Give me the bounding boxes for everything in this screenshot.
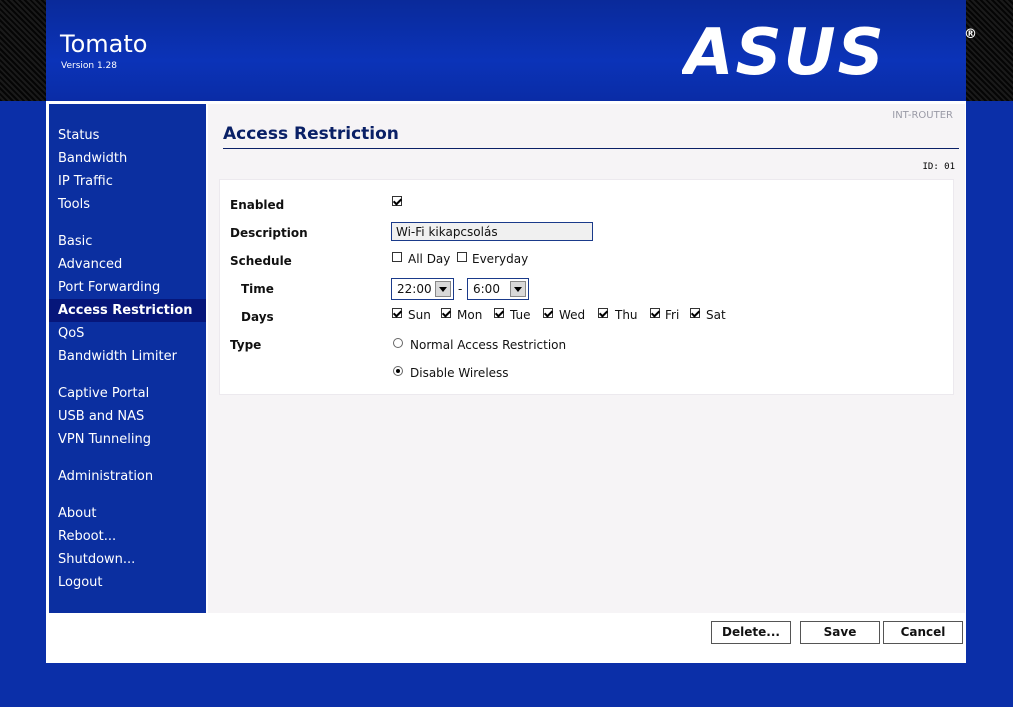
time-end-select[interactable]: 6:00	[467, 278, 529, 300]
sidebar-item-qos[interactable]: QoS	[49, 322, 206, 345]
save-button[interactable]: Save	[800, 621, 880, 644]
sidebar-item-bandwidth-limiter[interactable]: Bandwidth Limiter	[49, 345, 206, 368]
time-separator: -	[458, 282, 463, 296]
day-mon-label: Mon	[457, 308, 483, 322]
cancel-button[interactable]: Cancel	[883, 621, 963, 644]
delete-button[interactable]: Delete...	[711, 621, 791, 644]
sidebar-item-about[interactable]: About	[49, 502, 206, 525]
everyday-label: Everyday	[472, 252, 529, 266]
header-banner: Tomato Version 1.28 ASUS ®	[46, 0, 977, 101]
sidebar-item-status[interactable]: Status	[49, 124, 206, 147]
description-input[interactable]	[391, 222, 593, 241]
restriction-form: Enabled Description Schedule All Day Eve…	[219, 179, 954, 395]
sidebar-item-usb-and-nas[interactable]: USB and NAS	[49, 405, 206, 428]
day-tue-label: Tue	[510, 308, 531, 322]
schedule-label: Schedule	[230, 254, 292, 268]
time-start-select[interactable]: 22:00	[391, 278, 454, 300]
all-day-label: All Day	[408, 252, 451, 266]
day-sun-checkbox[interactable]	[392, 308, 402, 318]
logo-registered-mark: ®	[964, 27, 977, 42]
day-sat-checkbox[interactable]	[690, 308, 700, 318]
router-name: INT-ROUTER	[892, 110, 953, 121]
type-label: Type	[230, 338, 262, 352]
all-day-checkbox[interactable]	[392, 252, 402, 262]
day-mon-checkbox[interactable]	[441, 308, 451, 318]
sidebar-item-access-restriction[interactable]: Access Restriction	[49, 299, 206, 322]
sidebar-nav: Status Bandwidth IP Traffic Tools Basic …	[49, 104, 206, 613]
sidebar-item-shutdown[interactable]: Shutdown...	[49, 548, 206, 571]
sidebar-item-reboot[interactable]: Reboot...	[49, 525, 206, 548]
sidebar-item-vpn-tunneling[interactable]: VPN Tunneling	[49, 428, 206, 451]
type-disable-wireless-label: Disable Wireless	[410, 366, 509, 380]
app-title: Tomato	[60, 30, 148, 58]
content-area: INT-ROUTER Access Restriction ID: 01 Ena…	[208, 104, 965, 613]
time-label: Time	[241, 282, 274, 296]
everyday-checkbox[interactable]	[457, 252, 467, 262]
day-fri-label: Fri	[665, 308, 680, 322]
time-end-value: 6:00	[473, 282, 500, 296]
description-label: Description	[230, 226, 308, 240]
chevron-down-icon	[510, 281, 526, 297]
day-thu-checkbox[interactable]	[598, 308, 608, 318]
sidebar-item-advanced[interactable]: Advanced	[49, 253, 206, 276]
day-wed-checkbox[interactable]	[543, 308, 553, 318]
title-divider	[223, 148, 959, 149]
sidebar-item-logout[interactable]: Logout	[49, 571, 206, 594]
sidebar-item-port-forwarding[interactable]: Port Forwarding	[49, 276, 206, 299]
type-normal-label: Normal Access Restriction	[410, 338, 567, 352]
sidebar-item-basic[interactable]: Basic	[49, 230, 206, 253]
day-sun-label: Sun	[408, 308, 431, 322]
chevron-down-icon	[435, 281, 451, 297]
sidebar-item-captive-portal[interactable]: Captive Portal	[49, 382, 206, 405]
day-wed-label: Wed	[559, 308, 586, 322]
sidebar-item-administration[interactable]: Administration	[49, 465, 206, 488]
logo-text: ASUS	[682, 22, 886, 82]
day-sat-label: Sat	[706, 308, 726, 322]
day-fri-checkbox[interactable]	[650, 308, 660, 318]
asus-logo: ASUS ®	[682, 22, 977, 82]
sidebar-item-tools[interactable]: Tools	[49, 193, 206, 216]
sidebar-item-ip-traffic[interactable]: IP Traffic	[49, 170, 206, 193]
day-tue-checkbox[interactable]	[494, 308, 504, 318]
rule-id-label: ID: 01	[922, 162, 955, 172]
time-start-value: 22:00	[397, 282, 432, 296]
days-label: Days	[241, 310, 274, 324]
app-version: Version 1.28	[61, 61, 117, 71]
enabled-label: Enabled	[230, 198, 285, 212]
page-title: Access Restriction	[223, 124, 399, 144]
type-disable-wireless-radio[interactable]	[393, 366, 403, 376]
type-normal-radio[interactable]	[393, 338, 403, 348]
day-thu-label: Thu	[615, 308, 638, 322]
sidebar-item-bandwidth[interactable]: Bandwidth	[49, 147, 206, 170]
enabled-checkbox[interactable]	[392, 196, 402, 206]
